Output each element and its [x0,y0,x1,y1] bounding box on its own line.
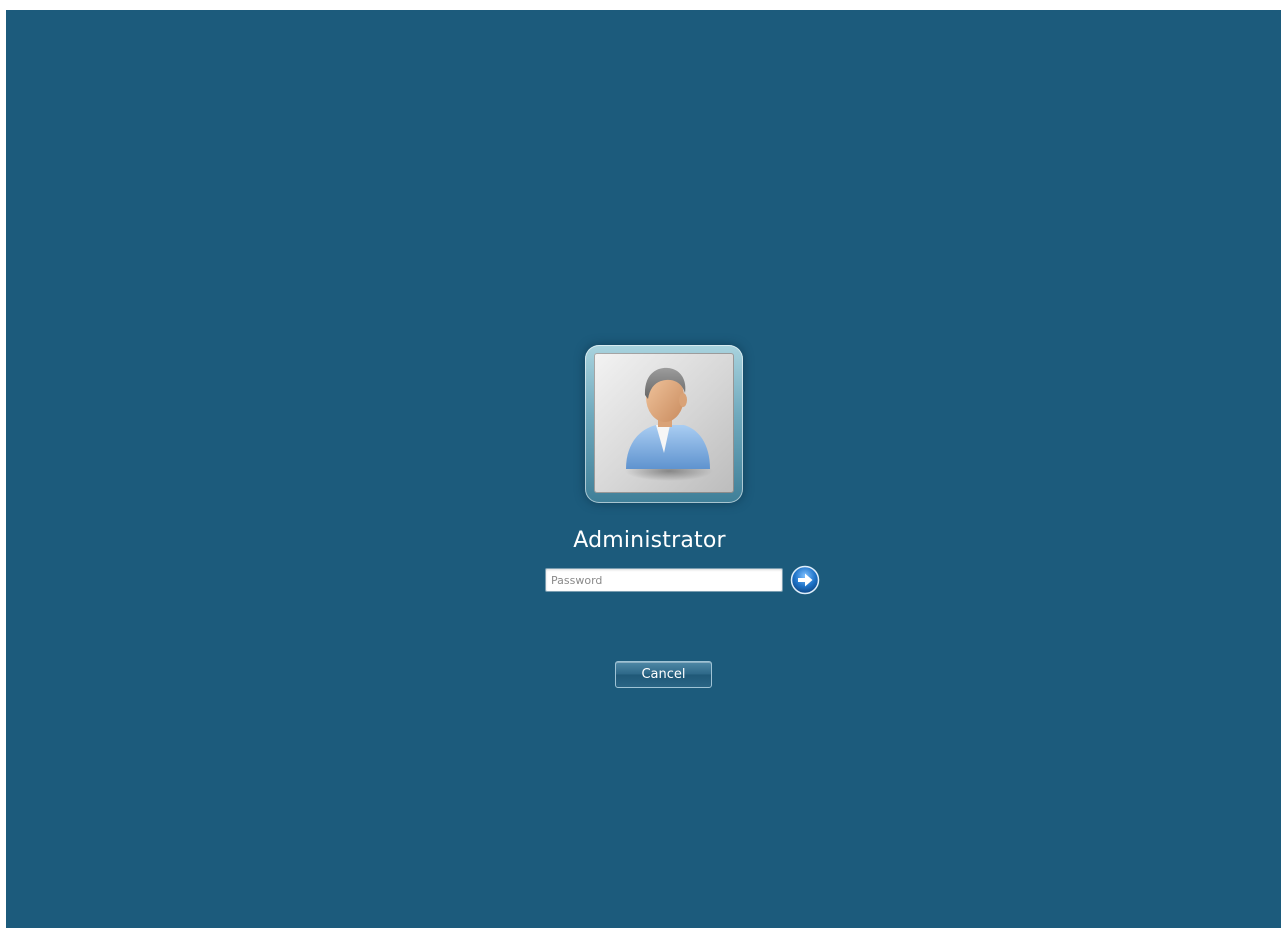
user-avatar-icon [625,367,713,481]
user-tile [585,345,743,503]
user-avatar [594,353,734,493]
password-field[interactable] [545,568,783,592]
username-label: Administrator [573,528,726,553]
arrow-right-icon [790,565,820,595]
cancel-button[interactable]: Cancel [615,661,712,688]
logon-screen: Administrator [6,10,1281,928]
submit-button[interactable] [790,565,820,595]
